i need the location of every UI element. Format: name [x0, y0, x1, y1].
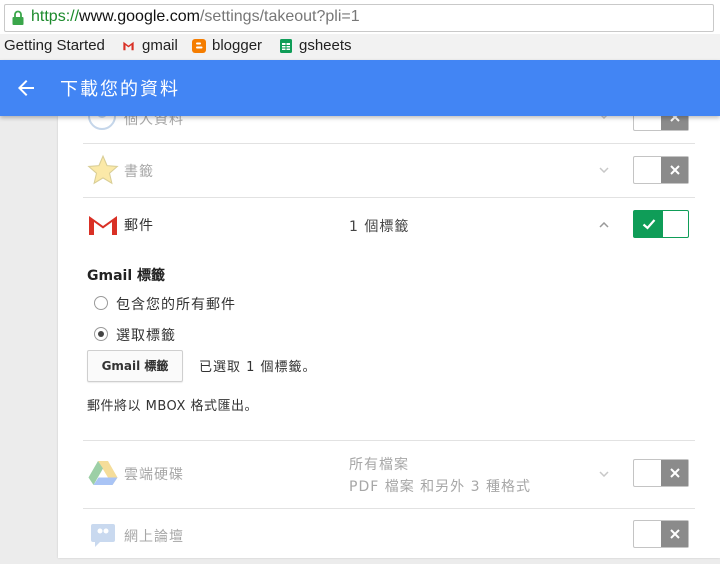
toggle-off-icon	[661, 460, 688, 486]
gmail-options-heading: Gmail 標籤	[87, 268, 165, 284]
lock-icon	[12, 10, 24, 25]
radio-all-mail[interactable]	[94, 296, 108, 310]
bookmark-label: Getting Started	[4, 37, 105, 54]
product-row-gmail: 郵件 1 個標籤 Gmail 標籤 包含您的所有郵件 選取標籤 Gmail 標籤…	[83, 197, 695, 441]
product-summary-line1: 所有檔案	[349, 457, 409, 473]
bookmark-label: blogger	[212, 37, 263, 54]
toggle-off-icon	[661, 521, 688, 547]
gmail-icon	[89, 215, 117, 235]
product-row-bookmarks: 書籤	[83, 143, 695, 198]
groups-icon	[91, 524, 115, 547]
address-bar: https://www.google.com/settings/takeout?…	[0, 0, 720, 35]
gmail-labels-button[interactable]: Gmail 標籤	[87, 350, 183, 382]
drive-icon	[88, 461, 118, 485]
product-toggle[interactable]	[633, 210, 689, 238]
toggle-off-icon	[661, 157, 688, 183]
chevron-up-icon[interactable]	[599, 222, 609, 228]
radio-select-labels-label: 選取標籤	[116, 328, 176, 344]
radio-all-mail-label: 包含您的所有郵件	[116, 297, 236, 313]
star-icon	[87, 154, 119, 185]
product-summary: 1 個標籤	[349, 219, 410, 235]
radio-select-labels[interactable]	[94, 327, 108, 341]
product-summary-line2: PDF 檔案 和另外 3 種格式	[349, 479, 531, 495]
checkmark-icon	[634, 211, 663, 237]
url-text: https://www.google.com/settings/takeout?…	[31, 8, 360, 25]
bookmark-gsheets[interactable]: gsheets	[279, 37, 352, 54]
bookmark-label: gsheets	[299, 37, 352, 54]
product-list-card: 個人資料 書籤 郵件 1 個標籤 Gmail 標籤 包含您的所有郵件 選取標籤 …	[58, 102, 720, 558]
chevron-down-icon[interactable]	[599, 471, 609, 477]
product-toggle[interactable]	[633, 156, 689, 184]
back-arrow-icon[interactable]	[14, 76, 38, 100]
product-name: 雲端硬碟	[124, 467, 184, 483]
product-name: 書籤	[124, 164, 154, 180]
chevron-down-icon[interactable]	[599, 167, 609, 173]
bookmark-blogger[interactable]: blogger	[192, 37, 262, 54]
gmail-icon	[123, 41, 134, 50]
export-format-note: 郵件將以 MBOX 格式匯出。	[87, 399, 258, 414]
bookmark-gmail[interactable]: gmail	[121, 37, 178, 54]
selected-labels-note: 已選取 1 個標籤。	[199, 360, 317, 375]
product-row-drive: 雲端硬碟 所有檔案 PDF 檔案 和另外 3 種格式	[83, 440, 695, 509]
product-row-groups: 網上論壇	[83, 508, 695, 564]
page-title: 下載您的資料	[60, 79, 180, 100]
blogger-icon	[192, 38, 206, 53]
bookmark-getting-started[interactable]: Getting Started	[4, 37, 105, 54]
app-bar: 下載您的資料	[0, 60, 720, 116]
sheets-icon	[280, 38, 292, 53]
product-toggle[interactable]	[633, 520, 689, 548]
bookmark-label: gmail	[142, 37, 178, 54]
product-name: 郵件	[124, 218, 154, 234]
url-field[interactable]: https://www.google.com/settings/takeout?…	[4, 4, 714, 32]
product-name: 網上論壇	[124, 529, 184, 545]
bookmarks-bar: Getting Started gmail blogger gsheets	[0, 34, 720, 61]
product-toggle[interactable]	[633, 459, 689, 487]
